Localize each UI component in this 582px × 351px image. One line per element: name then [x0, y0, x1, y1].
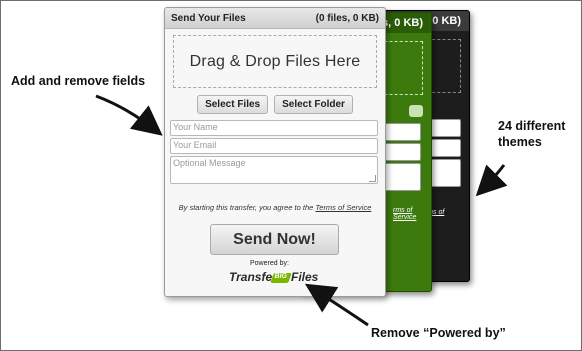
annotation-arrows	[95, 94, 508, 327]
annotation-remove-powered: Remove “Powered by”	[371, 326, 506, 340]
arrow-powered-by-icon	[304, 283, 369, 327]
annotation-add-remove: Add and remove fields	[11, 74, 146, 88]
annotation-themes-line2: themes	[498, 135, 542, 149]
arrow-add-remove-icon	[95, 94, 163, 136]
arrow-themes-icon	[475, 164, 508, 197]
annotation-themes-line1: 24 different	[498, 119, 566, 133]
